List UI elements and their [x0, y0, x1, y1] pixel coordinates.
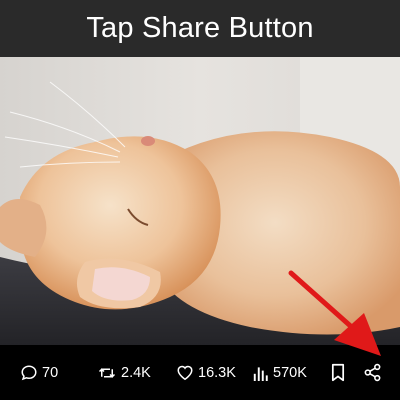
cat-photo [0, 57, 400, 345]
share-button[interactable] [363, 345, 382, 400]
views-button[interactable]: 570K [253, 345, 307, 400]
reply-icon [21, 364, 37, 380]
reply-button[interactable]: 70 [20, 345, 58, 400]
like-button[interactable]: 16.3K [176, 345, 236, 400]
post-image[interactable] [0, 57, 400, 345]
repost-button[interactable]: 2.4K [97, 345, 151, 400]
bookmark-icon [331, 363, 345, 382]
share-icon [364, 363, 381, 382]
views-icon [253, 366, 268, 381]
repost-count: 2.4K [121, 364, 151, 381]
views-count: 570K [273, 364, 307, 381]
bookmark-button[interactable] [330, 345, 346, 400]
post-action-bar: 70 2.4K 16.3K 570K [0, 345, 400, 400]
reply-count: 70 [42, 364, 59, 381]
like-count: 16.3K [198, 364, 236, 381]
like-icon [177, 365, 193, 381]
repost-icon [98, 367, 116, 378]
instruction-title: Tap Share Button [86, 12, 314, 44]
instruction-header: Tap Share Button [0, 0, 400, 57]
